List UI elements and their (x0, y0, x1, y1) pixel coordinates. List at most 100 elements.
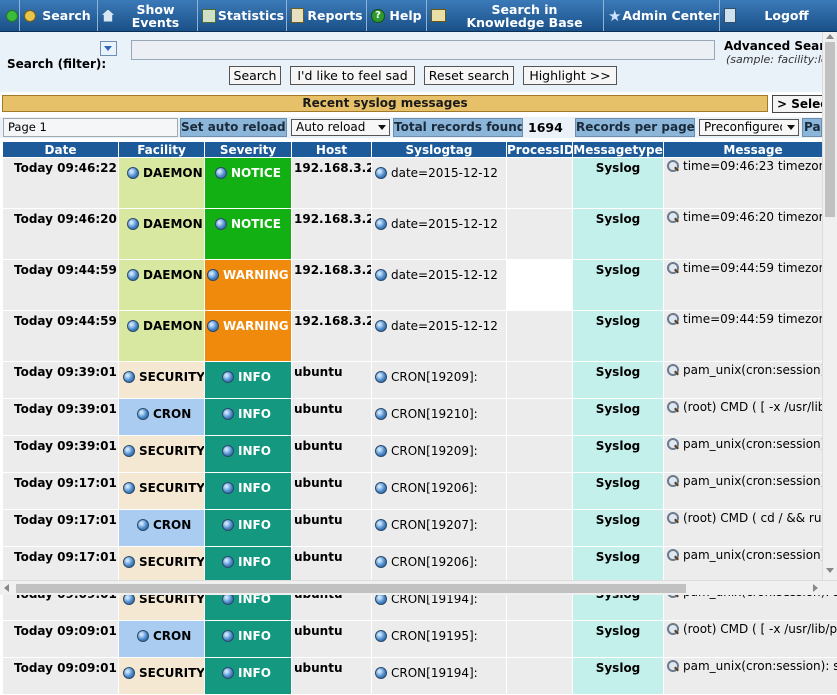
table-row[interactable]: Today 09:17:01 SECURITY INFO ubuntu CRON[192… (3, 547, 837, 583)
feel-sad-button[interactable]: I'd like to feel sad (290, 66, 415, 85)
cell-facility[interactable]: DAEMON (119, 158, 204, 208)
cell-syslogtag[interactable]: CRON[19210]: (372, 399, 506, 435)
cell-facility[interactable]: DAEMON (119, 260, 204, 310)
cell-host[interactable]: ubuntu (292, 510, 371, 546)
search-history-dropdown[interactable] (100, 41, 117, 56)
nav-reports[interactable]: Reports (287, 0, 367, 31)
cell-message[interactable]: time=09:46:20 timezone="IST" device_name… (664, 209, 837, 259)
cell-syslogtag[interactable]: CRON[19195]: (372, 621, 506, 657)
table-row[interactable]: Today 09:39:01 SECURITY INFO ubuntu CRON[192… (3, 436, 837, 472)
cell-severity[interactable]: WARNING (205, 260, 291, 310)
column-header-facility[interactable]: Facility (119, 142, 204, 157)
cell-message[interactable]: pam_unix(cron:session): session closed f… (664, 362, 837, 398)
search-filter-input[interactable] (131, 40, 715, 60)
cell-host[interactable]: ubuntu (292, 362, 371, 398)
column-header-messagetype[interactable]: Messagetype (573, 142, 663, 157)
cell-severity[interactable]: INFO (205, 658, 291, 694)
cell-syslogtag[interactable]: CRON[19209]: (372, 436, 506, 472)
cell-facility[interactable]: SECURITY (119, 658, 204, 694)
cell-severity[interactable]: INFO (205, 362, 291, 398)
cell-host[interactable]: 192.168.3.2 (292, 311, 371, 361)
cell-syslogtag[interactable]: date=2015-12-12 (372, 260, 506, 310)
column-header-processid[interactable]: ProcessID (507, 142, 572, 157)
cell-severity[interactable]: NOTICE (205, 209, 291, 259)
table-row[interactable]: Today 09:09:01 SECURITY INFO ubuntu CRON[191… (3, 658, 837, 694)
reset-search-button[interactable]: Reset search (424, 66, 514, 85)
table-row[interactable]: Today 09:09:01 CRON INFO ubuntu CRON[19195]:… (3, 621, 837, 657)
cell-message[interactable]: time=09:44:59 timezone="IST" device_name… (664, 311, 837, 361)
cell-severity[interactable]: INFO (205, 621, 291, 657)
horizontal-scrollbar[interactable] (0, 580, 837, 595)
table-row[interactable]: Today 09:44:59 DAEMON WARNING 192.168.3.2 da… (3, 260, 837, 310)
nav-status[interactable] (0, 0, 20, 31)
cell-facility[interactable]: DAEMON (119, 209, 204, 259)
cell-message[interactable]: (root) CMD ( [ -x /usr/lib/php5/sessionc… (664, 399, 837, 435)
column-header-date[interactable]: Date (3, 142, 118, 157)
cell-facility[interactable]: SECURITY (119, 436, 204, 472)
table-row[interactable]: Today 09:46:20 DAEMON NOTICE 192.168.3.2 dat… (3, 209, 837, 259)
column-header-message[interactable]: Message (664, 142, 837, 157)
table-row[interactable]: Today 09:39:01 SECURITY INFO ubuntu CRON[192… (3, 362, 837, 398)
records-per-page-select[interactable]: Preconfigured (699, 119, 799, 136)
magnifier-icon[interactable] (666, 364, 679, 376)
cell-severity[interactable]: WARNING (205, 311, 291, 361)
nav-statistics[interactable]: Statistics (198, 0, 287, 31)
magnifier-icon[interactable] (666, 160, 679, 172)
cell-host[interactable]: ubuntu (292, 436, 371, 472)
magnifier-icon[interactable] (666, 262, 679, 274)
advanced-search-link[interactable]: Advanced Search (724, 39, 837, 53)
vertical-scrollbar[interactable] (822, 32, 837, 580)
magnifier-icon[interactable] (666, 313, 679, 325)
cell-host[interactable]: ubuntu (292, 658, 371, 694)
cell-host[interactable]: ubuntu (292, 399, 371, 435)
cell-facility[interactable]: SECURITY (119, 362, 204, 398)
nav-logoff[interactable]: Logoff (720, 0, 837, 31)
cell-syslogtag[interactable]: date=2015-12-12 (372, 158, 506, 208)
cell-message[interactable]: time=09:46:23 timezone="IST" device_name… (664, 158, 837, 208)
magnifier-icon[interactable] (666, 438, 679, 450)
vertical-scroll-thumb[interactable] (825, 42, 835, 217)
cell-syslogtag[interactable]: date=2015-12-12 (372, 209, 506, 259)
scroll-down-icon[interactable] (826, 568, 834, 573)
cell-facility[interactable]: CRON (119, 399, 204, 435)
magnifier-icon[interactable] (666, 475, 679, 487)
cell-host[interactable]: 192.168.3.2 (292, 209, 371, 259)
cell-severity[interactable]: INFO (205, 436, 291, 472)
cell-host[interactable]: 192.168.3.2 (292, 158, 371, 208)
column-header-host[interactable]: Host (292, 142, 371, 157)
cell-facility[interactable]: SECURITY (119, 547, 204, 583)
nav-search[interactable]: Search (20, 0, 98, 31)
cell-message[interactable]: pam_unix(cron:session): session opened f… (664, 547, 837, 583)
cell-severity[interactable]: INFO (205, 473, 291, 509)
cell-syslogtag[interactable]: date=2015-12-12 (372, 311, 506, 361)
cell-syslogtag[interactable]: CRON[19207]: (372, 510, 506, 546)
cell-severity[interactable]: NOTICE (205, 158, 291, 208)
table-row[interactable]: Today 09:46:22 DAEMON NOTICE 192.168.3.2 dat… (3, 158, 837, 208)
magnifier-icon[interactable] (666, 660, 679, 672)
search-button[interactable]: Search (229, 66, 281, 85)
cell-facility[interactable]: SECURITY (119, 473, 204, 509)
cell-host[interactable]: ubuntu (292, 473, 371, 509)
table-row[interactable]: Today 09:44:59 DAEMON WARNING 192.168.3.2 da… (3, 311, 837, 361)
cell-syslogtag[interactable]: CRON[19206]: (372, 547, 506, 583)
cell-facility[interactable]: CRON (119, 621, 204, 657)
cell-host[interactable]: ubuntu (292, 547, 371, 583)
nav-show-events[interactable]: Show Events (98, 0, 198, 31)
column-header-syslogtag[interactable]: Syslogtag (372, 142, 506, 157)
highlight-button[interactable]: Highlight >> (523, 66, 617, 85)
cell-syslogtag[interactable]: CRON[19194]: (372, 658, 506, 694)
table-row[interactable]: Today 09:17:01 CRON INFO ubuntu CRON[19207]:… (3, 510, 837, 546)
magnifier-icon[interactable] (666, 512, 679, 524)
column-header-severity[interactable]: Severity (205, 142, 291, 157)
table-row[interactable]: Today 09:17:01 SECURITY INFO ubuntu CRON[192… (3, 473, 837, 509)
cell-host[interactable]: 192.168.3.2 (292, 260, 371, 310)
table-row[interactable]: Today 09:39:01 CRON INFO ubuntu CRON[19210]:… (3, 399, 837, 435)
nav-knowledge-base[interactable]: Search in Knowledge Base (427, 0, 604, 31)
magnifier-icon[interactable] (666, 623, 679, 635)
cell-syslogtag[interactable]: CRON[19209]: (372, 362, 506, 398)
cell-syslogtag[interactable]: CRON[19206]: (372, 473, 506, 509)
scroll-up-icon[interactable] (826, 34, 834, 39)
magnifier-icon[interactable] (666, 211, 679, 223)
magnifier-icon[interactable] (666, 401, 679, 413)
cell-severity[interactable]: INFO (205, 510, 291, 546)
